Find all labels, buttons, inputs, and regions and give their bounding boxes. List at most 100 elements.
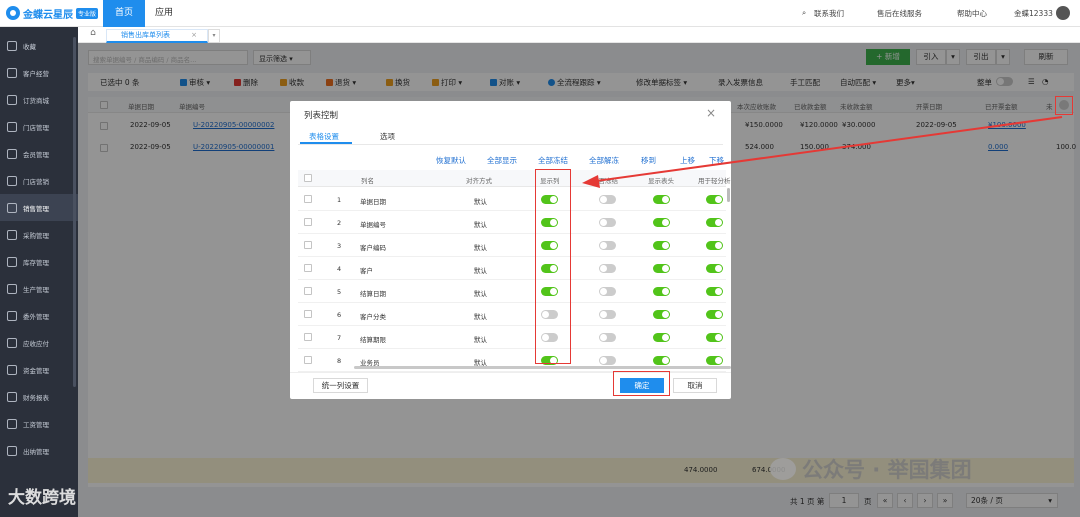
toggle-freeze[interactable] <box>599 333 616 342</box>
row-checkbox[interactable] <box>304 356 312 364</box>
close-icon[interactable]: × <box>191 30 197 41</box>
dialog-title: 列表控制 <box>304 111 339 121</box>
unify-columns-button[interactable]: 统一列设置 <box>313 378 368 393</box>
toggle-freeze[interactable] <box>599 310 616 319</box>
sidebar-item[interactable]: 库存管理 <box>0 248 78 275</box>
promo-icon <box>7 175 17 186</box>
show-all-link[interactable]: 全部显示 <box>487 155 517 166</box>
tools-icon <box>7 283 17 294</box>
sidebar-item[interactable]: 销售管理 <box>0 194 78 221</box>
chevron-down-icon[interactable]: ▾ <box>208 29 220 43</box>
toggle-analysis[interactable] <box>706 241 723 250</box>
nav-app[interactable]: 应用 <box>145 0 183 27</box>
brand-logo[interactable]: 金蝶云星辰 专业版 <box>6 5 99 21</box>
toggle-analysis[interactable] <box>706 310 723 319</box>
home-tab-icon[interactable]: ⌂ <box>86 28 100 41</box>
sidebar-item[interactable]: 门店管理 <box>0 113 78 140</box>
toggle-analysis[interactable] <box>706 287 723 296</box>
row-checkbox[interactable] <box>304 195 312 203</box>
sidebar-item[interactable]: 生产管理 <box>0 275 78 302</box>
close-icon[interactable]: × <box>706 106 716 120</box>
restore-default-link[interactable]: 恢复默认 <box>436 155 466 166</box>
sidebar-item-label: 订货商城 <box>23 96 49 105</box>
edition-badge: 专业版 <box>76 7 99 19</box>
sidebar-item[interactable]: 财务报表 <box>0 383 78 410</box>
toggle-header[interactable] <box>653 195 670 204</box>
tab-label: 销售出库单列表 <box>121 31 170 39</box>
toggle-freeze[interactable] <box>599 241 616 250</box>
move-up-link[interactable]: 上移 <box>680 155 695 166</box>
row-checkbox[interactable] <box>304 333 312 341</box>
service-link[interactable]: 售后在线服务 <box>877 8 922 19</box>
sidebar-item[interactable]: 资金管理 <box>0 356 78 383</box>
toggle-header[interactable] <box>653 264 670 273</box>
freeze-all-link[interactable]: 全部冻结 <box>538 155 568 166</box>
toggle-freeze[interactable] <box>599 287 616 296</box>
sidebar-item[interactable]: 客户经营 <box>0 59 78 86</box>
toggle-analysis[interactable] <box>706 218 723 227</box>
column-align: 默认 <box>474 221 487 229</box>
search-icon[interactable]: ⌕ <box>802 8 806 18</box>
toggle-analysis[interactable] <box>706 333 723 342</box>
toggle-analysis[interactable] <box>706 356 723 365</box>
dialog-vertical-scrollbar[interactable] <box>727 188 730 202</box>
tab-sales-outbound-list[interactable]: 销售出库单列表 × <box>106 29 208 43</box>
col-header-name: 列名 <box>361 177 374 185</box>
purchase-icon <box>7 229 17 240</box>
select-all-columns-checkbox[interactable] <box>304 174 312 182</box>
toggle-header[interactable] <box>653 356 670 365</box>
help-link[interactable]: 帮助中心 <box>957 8 987 19</box>
toggle-analysis[interactable] <box>706 264 723 273</box>
sidebar-item[interactable]: 门店营销 <box>0 167 78 194</box>
contact-link[interactable]: 联系我们 <box>814 8 844 19</box>
toggle-header[interactable] <box>653 218 670 227</box>
cancel-button[interactable]: 取消 <box>673 378 717 393</box>
toggle-freeze[interactable] <box>599 218 616 227</box>
row-checkbox[interactable] <box>304 218 312 226</box>
money-icon <box>7 364 17 375</box>
row-checkbox[interactable] <box>304 241 312 249</box>
dialog-horizontal-scrollbar[interactable] <box>354 366 731 369</box>
sales-icon <box>7 202 17 213</box>
sidebar-item[interactable]: 委外管理 <box>0 302 78 329</box>
user-menu[interactable]: 金蝶12333 <box>1014 8 1053 19</box>
nav-home[interactable]: 首页 <box>103 0 145 27</box>
sidebar-item-label: 采购管理 <box>23 231 49 240</box>
tab-divider <box>298 144 723 145</box>
row-checkbox[interactable] <box>304 287 312 295</box>
sidebar-item-label: 出纳管理 <box>23 447 49 456</box>
row-checkbox[interactable] <box>304 264 312 272</box>
tab-options[interactable]: 选项 <box>380 131 395 142</box>
sidebar-item[interactable]: 应收应付 <box>0 329 78 356</box>
move-down-link[interactable]: 下移 <box>709 155 724 166</box>
move-to-link[interactable]: 移到 <box>641 155 656 166</box>
toggle-analysis[interactable] <box>706 195 723 204</box>
sidebar-item[interactable]: 出纳管理 <box>0 437 78 464</box>
row-checkbox[interactable] <box>304 310 312 318</box>
toggle-freeze[interactable] <box>599 195 616 204</box>
column-n: 2 <box>337 219 342 227</box>
sidebar-item[interactable]: 会员管理 <box>0 140 78 167</box>
toggle-header[interactable] <box>653 287 670 296</box>
toggle-freeze[interactable] <box>599 264 616 273</box>
column-name: 客户分类 <box>360 313 386 321</box>
column-n: 8 <box>337 357 342 365</box>
sidebar-item[interactable]: 收藏 <box>0 32 78 59</box>
toggle-header[interactable] <box>653 333 670 342</box>
sidebar-scrollbar[interactable] <box>73 37 76 387</box>
avatar[interactable] <box>1056 6 1070 20</box>
toggle-header[interactable] <box>653 241 670 250</box>
cashier-icon <box>7 445 17 456</box>
unfreeze-all-link[interactable]: 全部解冻 <box>589 155 619 166</box>
column-name: 单据日期 <box>360 198 386 206</box>
sidebar-item-label: 收藏 <box>23 42 36 51</box>
col-header-show-title: 显示表头 <box>648 177 674 185</box>
toggle-freeze[interactable] <box>599 356 616 365</box>
highlight-confirm <box>613 371 670 396</box>
toggle-header[interactable] <box>653 310 670 319</box>
sidebar-item[interactable]: 工资管理 <box>0 410 78 437</box>
sidebar-item[interactable]: 订货商城 <box>0 86 78 113</box>
highlight-gear <box>1055 96 1073 115</box>
tab-table-settings[interactable]: 表格设置 <box>309 131 339 142</box>
sidebar-item[interactable]: 采购管理 <box>0 221 78 248</box>
